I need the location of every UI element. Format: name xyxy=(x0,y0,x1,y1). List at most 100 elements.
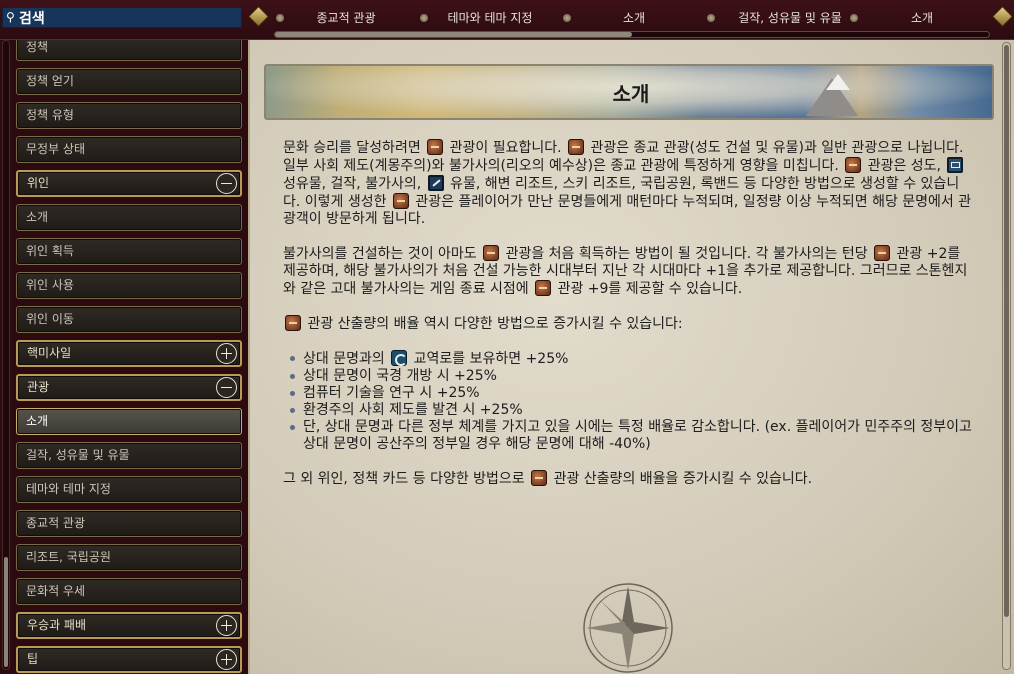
sidebar-item[interactable]: 소개 xyxy=(16,408,242,435)
tourism-icon xyxy=(568,139,584,155)
nav-back-icon[interactable] xyxy=(247,5,270,28)
sidebar-item[interactable]: 종교적 관광 xyxy=(16,510,242,537)
breadcrumb-separator-icon xyxy=(850,14,858,22)
tourism-icon xyxy=(285,315,301,331)
tourism-icon xyxy=(531,470,548,486)
collapse-icon[interactable] xyxy=(216,173,237,194)
sidebar-category[interactable]: 위인 xyxy=(16,170,242,197)
sidebar-item-label: 소개 xyxy=(26,210,49,224)
sidebar-item-label: 관광 xyxy=(27,380,50,394)
text-run: 환경주의 사회 제도를 발견 시 +25% xyxy=(303,402,523,418)
text-run: 문화 승리를 달성하려면 xyxy=(283,140,426,156)
sidebar-item-label: 문화적 우세 xyxy=(26,584,86,598)
sidebar-item-label: 테마와 테마 지정 xyxy=(26,482,111,496)
tourism-icon xyxy=(483,245,500,261)
sidebar-category[interactable]: 관광 xyxy=(16,374,242,401)
sidebar-list: 정책 정책 얻기 정책 유형 무정부 상태 위인 소개 위인 획득 위인 사용 위인 이동 핵미사… xyxy=(16,40,244,674)
text-run: 단, 상대 문명과 다른 정부 체계를 가지고 있을 시에는 특정 배율로 감소… xyxy=(303,419,972,452)
sidebar-item-label: 리조트, 국립공원 xyxy=(26,550,111,564)
article-paragraph: 문화 승리를 달성하려면 관광이 필요합니다. 관광은 종교 관광(성도 건설 … xyxy=(283,139,973,228)
sidebar-item-label: 팁 xyxy=(27,652,39,666)
sidebar-item[interactable]: 무정부 상태 xyxy=(16,136,242,163)
breadcrumb: 종교적 관광 테마와 테마 지정 소개 걸작, 성유물 및 유물 소개 xyxy=(270,8,990,28)
sidebar-category[interactable]: 핵미사일 xyxy=(16,340,242,367)
nav-forward-icon[interactable] xyxy=(991,5,1014,28)
sidebar-item-label: 정책 얻기 xyxy=(26,74,74,88)
scrollbar-thumb[interactable] xyxy=(1004,45,1009,617)
breadcrumb-separator-icon xyxy=(420,14,428,22)
sidebar-item-label: 무정부 상태 xyxy=(26,142,86,156)
bullet-item: 환경주의 사회 제도를 발견 시 +25% xyxy=(283,402,973,419)
text-run: 관광 +9를 제공할 수 있습니다. xyxy=(553,281,743,297)
text-run: 관광 산출량의 배율을 증가시킬 수 있습니다. xyxy=(549,471,813,487)
sidebar-scrollbar[interactable] xyxy=(2,40,10,670)
breadcrumb-separator-icon xyxy=(563,14,571,22)
expand-icon[interactable] xyxy=(216,649,237,670)
sidebar-category[interactable]: 우승과 패배 xyxy=(16,612,242,639)
bullet-item: 상대 문명과의 교역로를 보유하면 +25% xyxy=(283,350,973,368)
bullet-list: 상대 문명과의 교역로를 보유하면 +25% 상대 문명이 국경 개방 시 +25… xyxy=(283,350,973,453)
collapse-icon[interactable] xyxy=(216,377,237,398)
sidebar-item[interactable]: 리조트, 국립공원 xyxy=(16,544,242,571)
sidebar-item[interactable]: 위인 이동 xyxy=(16,306,242,333)
sidebar-item-label: 핵미사일 xyxy=(27,346,72,360)
breadcrumb-item[interactable]: 걸작, 성유물 및 유물 xyxy=(720,8,860,28)
sidebar-item-label: 위인 xyxy=(27,176,50,190)
sidebar-item[interactable]: 정책 얻기 xyxy=(16,68,242,95)
trade-route-icon xyxy=(391,350,408,366)
article-paragraph: 그 외 위인, 정책 카드 등 다양한 방법으로 관광 산출량의 배율을 증가시… xyxy=(283,470,973,488)
sidebar-item[interactable]: 위인 획득 xyxy=(16,238,242,265)
text-run: 관광을 처음 획득하는 방법이 될 것입니다. 각 불가사의는 턴당 xyxy=(501,246,873,262)
scrollbar-thumb[interactable] xyxy=(4,557,8,667)
compass-rose-icon xyxy=(583,583,673,673)
search-input[interactable] xyxy=(19,8,239,27)
scrollbar-thumb[interactable] xyxy=(275,32,632,37)
text-run: 관광 산출량의 배율 역시 다양한 방법으로 증가시킬 수 있습니다: xyxy=(303,316,683,332)
sidebar-item[interactable]: 정책 유형 xyxy=(16,102,242,129)
text-run: 불가사의를 건설하는 것이 아마도 xyxy=(283,246,482,262)
tourism-icon xyxy=(427,139,444,155)
text-run: 컴퓨터 기술을 연구 시 +25% xyxy=(303,385,480,401)
artifact-icon xyxy=(427,175,444,191)
sidebar-item-label: 소개 xyxy=(26,414,49,428)
article-body: 문화 승리를 달성하려면 관광이 필요합니다. 관광은 종교 관광(성도 건설 … xyxy=(283,139,973,505)
page-title: 소개 xyxy=(612,82,650,106)
text-run: 상대 문명이 국경 개방 시 +25% xyxy=(303,368,497,384)
sidebar-item[interactable]: 문화적 우세 xyxy=(16,578,242,605)
sidebar: 정책 정책 얻기 정책 유형 무정부 상태 위인 소개 위인 획득 위인 사용 위인 이동 핵미사… xyxy=(0,40,248,674)
text-run: 교역로를 보유하면 +25% xyxy=(409,351,569,367)
breadcrumb-item[interactable]: 종교적 관광 xyxy=(290,8,402,28)
top-bar: ⚲ 종교적 관광 테마와 테마 지정 소개 걸작, 성유물 및 유물 소개 xyxy=(0,0,1014,40)
sidebar-item[interactable]: 위인 사용 xyxy=(16,272,242,299)
text-run: 그 외 위인, 정책 카드 등 다양한 방법으로 xyxy=(283,471,530,487)
sidebar-item[interactable]: 걸작, 성유물 및 유물 xyxy=(16,442,242,469)
breadcrumb-scrollbar[interactable] xyxy=(274,31,990,38)
article-banner: 소개 xyxy=(264,64,994,120)
sidebar-item[interactable]: 소개 xyxy=(16,204,242,231)
great-work-icon xyxy=(947,157,964,173)
text-run: 성유물, 걸작, 불가사의, xyxy=(283,176,426,192)
sidebar-item[interactable]: 테마와 테마 지정 xyxy=(16,476,242,503)
sidebar-item-label: 위인 획득 xyxy=(26,244,74,258)
search-icon: ⚲ xyxy=(6,10,15,24)
tourism-icon xyxy=(392,193,409,209)
content-scrollbar[interactable] xyxy=(1002,42,1011,670)
text-run: 관광은 성도, xyxy=(863,158,946,174)
search-box[interactable]: ⚲ xyxy=(2,7,242,28)
sidebar-category[interactable]: 팁 xyxy=(16,646,242,673)
expand-icon[interactable] xyxy=(216,615,237,636)
sidebar-item-label: 종교적 관광 xyxy=(26,516,86,530)
sidebar-item[interactable]: 정책 xyxy=(16,40,242,61)
sidebar-item-label: 위인 이동 xyxy=(26,312,74,326)
article-paragraph: 불가사의를 건설하는 것이 아마도 관광을 처음 획득하는 방법이 될 것입니다… xyxy=(283,245,973,298)
breadcrumb-item[interactable]: 소개 xyxy=(576,8,692,28)
bullet-item: 단, 상대 문명과 다른 정부 체계를 가지고 있을 시에는 특정 배율로 감소… xyxy=(283,419,973,453)
breadcrumb-item[interactable]: 소개 xyxy=(864,8,980,28)
breadcrumb-separator-icon xyxy=(276,14,284,22)
tourism-icon xyxy=(845,157,862,173)
breadcrumb-item[interactable]: 테마와 테마 지정 xyxy=(434,8,546,28)
expand-icon[interactable] xyxy=(216,343,237,364)
sidebar-item-label: 우승과 패배 xyxy=(27,618,87,632)
sidebar-item-label: 정책 xyxy=(26,40,49,54)
breadcrumb-separator-icon xyxy=(707,14,715,22)
